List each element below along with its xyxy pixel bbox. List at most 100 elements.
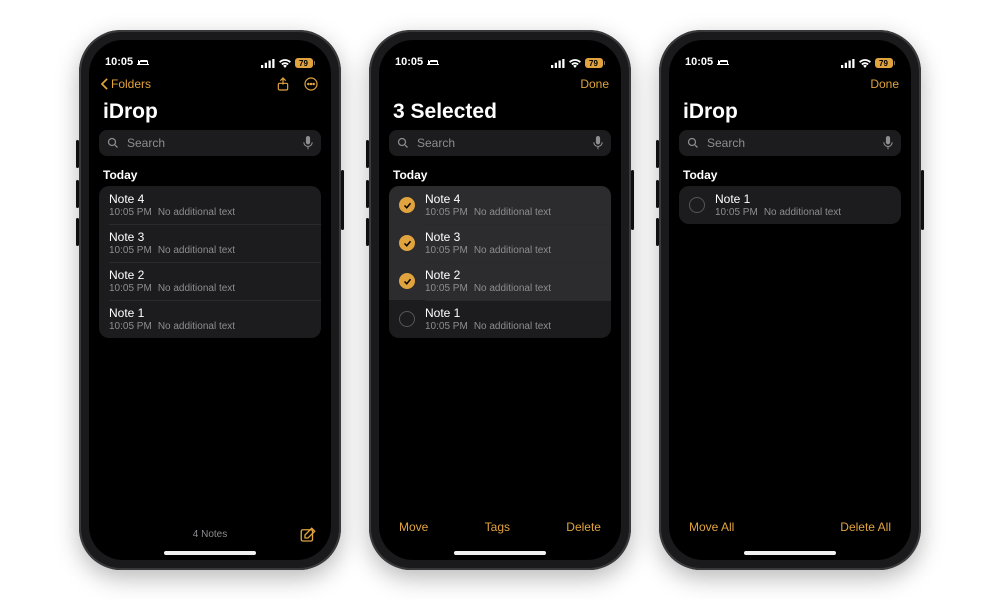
section-header: Today xyxy=(379,164,621,186)
note-row[interactable]: Note 3 10:05 PMNo additional text xyxy=(99,224,321,262)
cellular-signal-icon xyxy=(261,59,275,68)
chevron-left-icon xyxy=(101,78,108,90)
note-title: Note 1 xyxy=(715,192,891,206)
delete-all-button[interactable]: Delete All xyxy=(838,516,893,538)
note-title: Note 1 xyxy=(425,306,601,320)
section-header: Today xyxy=(669,164,911,186)
phone-frame-2: 10:05 79 Done 3 Selected Today xyxy=(369,30,631,570)
note-time: 10:05 PM xyxy=(109,283,152,294)
page-title: 3 Selected xyxy=(379,98,621,130)
phone-frame-1: 10:05 79 Folders iDrop xyxy=(79,30,341,570)
notes-list: Note 4 10:05 PMNo additional text Note 3… xyxy=(99,186,321,338)
notch xyxy=(448,40,552,62)
note-time: 10:05 PM xyxy=(109,245,152,256)
battery-pct: 79 xyxy=(879,59,888,68)
compose-icon[interactable] xyxy=(299,526,317,544)
note-title: Note 4 xyxy=(109,192,311,206)
mic-icon[interactable] xyxy=(303,136,313,150)
home-indicator[interactable] xyxy=(164,551,256,555)
mic-icon[interactable] xyxy=(883,136,893,150)
page-title: iDrop xyxy=(669,98,911,130)
note-time: 10:05 PM xyxy=(425,321,468,332)
phone-frame-3: 10:05 79 Done iDrop Today xyxy=(659,30,921,570)
note-subtitle: No additional text xyxy=(474,321,551,332)
move-all-button[interactable]: Move All xyxy=(687,516,736,538)
status-time: 10:05 xyxy=(395,56,423,68)
search-input[interactable] xyxy=(705,135,877,151)
note-subtitle: No additional text xyxy=(764,207,841,218)
note-time: 10:05 PM xyxy=(425,245,468,256)
selection-checkmark-icon[interactable] xyxy=(399,273,415,289)
note-subtitle: No additional text xyxy=(158,321,235,332)
screen-3: 10:05 79 Done iDrop Today xyxy=(669,40,911,560)
note-row[interactable]: Note 4 10:05 PM No additional text xyxy=(99,186,321,224)
home-indicator[interactable] xyxy=(744,551,836,555)
notes-list: Note 1 10:05 PM No additional text xyxy=(679,186,901,224)
selection-empty-icon[interactable] xyxy=(399,311,415,327)
note-title: Note 4 xyxy=(425,192,601,206)
battery-indicator: 79 xyxy=(585,58,606,68)
notch xyxy=(738,40,842,62)
screen-2: 10:05 79 Done 3 Selected Today xyxy=(379,40,621,560)
note-title: Note 3 xyxy=(425,230,601,244)
note-row[interactable]: Note 3 10:05 PM No additional text xyxy=(389,224,611,262)
bed-icon xyxy=(137,58,149,66)
footer-actions: Move All Delete All xyxy=(669,516,911,542)
note-time: 10:05 PM xyxy=(715,207,758,218)
search-field[interactable] xyxy=(389,130,611,156)
home-indicator[interactable] xyxy=(454,551,546,555)
selection-checkmark-icon[interactable] xyxy=(399,197,415,213)
search-field[interactable] xyxy=(99,130,321,156)
note-row[interactable]: Note 1 10:05 PM No additional text xyxy=(679,186,901,224)
delete-button[interactable]: Delete xyxy=(564,516,603,538)
back-label: Folders xyxy=(111,77,151,91)
status-time: 10:05 xyxy=(685,56,713,68)
battery-indicator: 79 xyxy=(875,58,896,68)
battery-pct: 79 xyxy=(589,59,598,68)
footer-count: 4 Notes xyxy=(89,529,331,542)
done-button[interactable]: Done xyxy=(580,77,609,91)
section-header: Today xyxy=(89,164,331,186)
note-row[interactable]: Note 4 10:05 PMNo additional text xyxy=(389,186,611,224)
search-icon xyxy=(687,137,699,149)
share-icon[interactable] xyxy=(275,76,291,92)
bed-icon xyxy=(717,58,729,66)
note-subtitle: No additional text xyxy=(158,283,235,294)
cellular-signal-icon xyxy=(841,59,855,68)
nav-bar: Folders xyxy=(89,70,331,98)
mic-icon[interactable] xyxy=(593,136,603,150)
status-time: 10:05 xyxy=(105,56,133,68)
notch xyxy=(158,40,262,62)
note-time: 10:05 PM xyxy=(425,207,468,218)
battery-indicator: 79 xyxy=(295,58,316,68)
selection-empty-icon[interactable] xyxy=(689,197,705,213)
done-button[interactable]: Done xyxy=(870,77,899,91)
page-title: iDrop xyxy=(89,98,331,130)
note-row[interactable]: Note 2 10:05 PMNo additional text xyxy=(99,262,321,300)
search-input[interactable] xyxy=(125,135,297,151)
bed-icon xyxy=(427,58,439,66)
move-button[interactable]: Move xyxy=(397,516,430,538)
note-time: 10:05 PM xyxy=(425,283,468,294)
more-icon[interactable] xyxy=(303,76,319,92)
note-subtitle: No additional text xyxy=(474,245,551,256)
wifi-icon xyxy=(279,59,291,68)
search-icon xyxy=(397,137,409,149)
note-time: 10:05 PM xyxy=(109,321,152,332)
notes-list: Note 4 10:05 PMNo additional text Note 3… xyxy=(389,186,611,338)
search-field[interactable] xyxy=(679,130,901,156)
screen-1: 10:05 79 Folders iDrop xyxy=(89,40,331,560)
note-row[interactable]: Note 1 10:05 PM No additional text xyxy=(389,300,611,338)
note-title: Note 1 xyxy=(109,306,311,320)
back-button[interactable]: Folders xyxy=(101,77,151,91)
selection-checkmark-icon[interactable] xyxy=(399,235,415,251)
note-subtitle: No additional text xyxy=(158,245,235,256)
note-subtitle: No additional text xyxy=(158,207,235,218)
search-icon xyxy=(107,137,119,149)
note-row[interactable]: Note 1 10:05 PM No additional text xyxy=(99,300,321,338)
nav-bar: Done xyxy=(669,70,911,98)
search-input[interactable] xyxy=(415,135,587,151)
tags-button[interactable]: Tags xyxy=(483,516,512,538)
note-row[interactable]: Note 2 10:05 PMNo additional text xyxy=(389,262,611,300)
note-time: 10:05 PM xyxy=(109,207,152,218)
